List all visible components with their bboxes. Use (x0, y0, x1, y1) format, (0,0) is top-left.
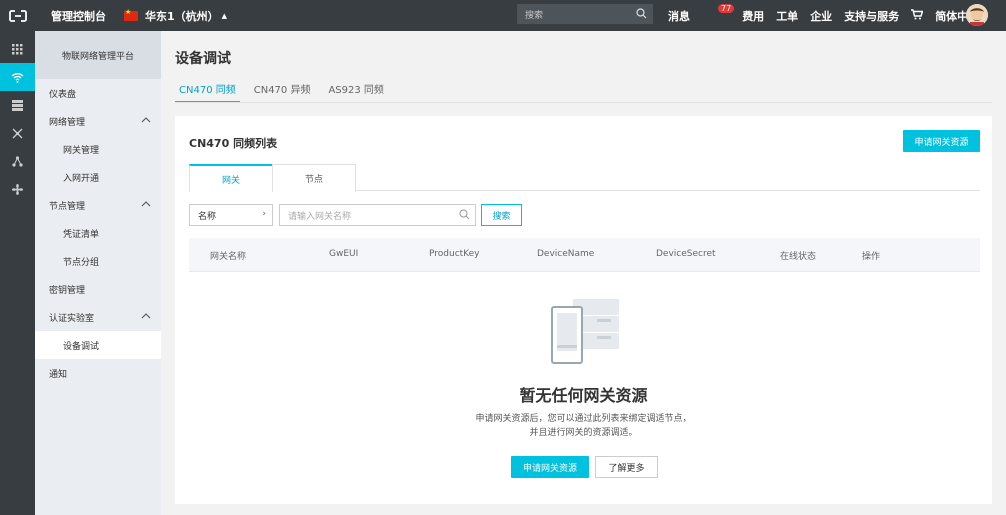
empty-desc-line-1: 申请网关资源后，您可以通过此列表来绑定调适节点， (475, 414, 692, 424)
sidebar-item-label: 密钥管理 (49, 285, 86, 296)
chevron-right-icon: › (262, 209, 266, 219)
messages-label: 消息 (668, 9, 690, 23)
search-button[interactable]: 搜索 (481, 204, 522, 226)
sidebar-item-node-groups[interactable]: 节点分组 (35, 247, 161, 275)
caret-up-icon: ▲ (221, 11, 228, 20)
subtabs: 网关 节点 (189, 164, 980, 192)
grid-menu-icon[interactable] (0, 35, 35, 63)
sidebar-item-network-management[interactable]: 网络管理 (35, 107, 161, 135)
sidebar-item-label: 入网开通 (63, 173, 100, 184)
search-input-placeholder: 请输入网关名称 (288, 211, 352, 222)
sidebar-title: 物联网络管理平台 (35, 31, 161, 79)
page-title: 设备调试 (175, 51, 231, 67)
tab-cn470-same-frequency[interactable]: CN470 同频 (175, 81, 240, 103)
fees-link[interactable]: 费用 (742, 8, 764, 24)
frequency-tabs: CN470 同频 CN470 异频 AS923 同频 (175, 81, 398, 103)
sidebar-item-dashboard[interactable]: 仪表盘 (35, 79, 161, 107)
column-header-gateway-name: 网关名称 (210, 252, 247, 262)
column-header-online-status: 在线状态 (780, 252, 817, 262)
sidebar-item-label: 认证实验室 (49, 313, 95, 324)
sidebar-item-node-management[interactable]: 节点管理 (35, 191, 161, 219)
aliyun-logo-icon[interactable] (0, 0, 35, 31)
iot-network-icon[interactable] (0, 63, 35, 91)
server-icon[interactable] (0, 91, 35, 119)
global-search-input[interactable]: 搜索 (517, 4, 653, 24)
chevron-up-icon (141, 116, 151, 126)
top-navbar: 管理控制台 华东1（杭州） ▲ 搜索 消息77 费用 工单 企业 支持与服务 简… (0, 0, 1006, 31)
column-header-gweui: GwEUI (329, 249, 359, 259)
sidebar-item-label: 仪表盘 (49, 89, 77, 100)
gateway-list-card: CN470 同频列表 申请网关资源 网关 节点 名称 › 请输入网关名称 搜索 … (175, 116, 992, 504)
sidebar-item-label: 设备调试 (63, 341, 100, 352)
column-header-devicename: DeviceName (537, 249, 595, 259)
sidebar-item-key-management[interactable]: 密钥管理 (35, 275, 161, 303)
sidebar-item-label: 节点分组 (63, 257, 100, 268)
console-link[interactable]: 管理控制台 (51, 8, 106, 24)
sidebar-item-network-access[interactable]: 入网开通 (35, 163, 161, 191)
messages-link[interactable]: 消息 77 (668, 3, 735, 24)
empty-desc-line-2: 并且进行网关的资源调适。 (529, 428, 638, 438)
card-title: CN470 同频列表 (189, 137, 278, 150)
product-icon-bar (0, 31, 35, 515)
chevron-up-icon (141, 312, 151, 322)
settings-flower-icon[interactable] (0, 175, 35, 203)
sidebar-item-label: 网络管理 (49, 117, 86, 128)
nodes-cross-icon[interactable] (0, 119, 35, 147)
subtab-node[interactable]: 节点 (272, 164, 356, 192)
empty-state-illustration (551, 299, 619, 365)
topology-icon[interactable] (0, 147, 35, 175)
sidebar-item-label: 网关管理 (63, 145, 100, 156)
tickets-link[interactable]: 工单 (776, 8, 798, 24)
sidebar-item-label: 凭证清单 (63, 229, 100, 240)
column-header-actions: 操作 (862, 252, 881, 262)
region-label: 华东1（杭州） (145, 9, 219, 23)
empty-state-description: 申请网关资源后，您可以通过此列表来绑定调适节点， 并且进行网关的资源调适。 (175, 412, 992, 440)
cart-icon[interactable] (911, 8, 924, 23)
region-selector[interactable]: 华东1（杭州） ▲ (124, 8, 227, 24)
chevron-up-icon (141, 200, 151, 210)
sidebar-item-label: 通知 (49, 369, 68, 380)
filter-field-select[interactable]: 名称 › (189, 204, 273, 226)
sidebar-item-credential-list[interactable]: 凭证清单 (35, 219, 161, 247)
sidebar: 物联网络管理平台 仪表盘 网络管理 网关管理 入网开通 节点管理 凭证清单 节点… (35, 31, 161, 515)
support-link[interactable]: 支持与服务 (844, 8, 899, 24)
learn-more-button[interactable]: 了解更多 (595, 456, 658, 478)
sidebar-item-gateway-management[interactable]: 网关管理 (35, 135, 161, 163)
empty-state-title: 暂无任何网关资源 (519, 386, 648, 405)
gateway-name-search-input[interactable]: 请输入网关名称 (279, 204, 476, 226)
messages-badge: 77 (718, 3, 735, 13)
main-content: 设备调试 CN470 同频 CN470 异频 AS923 同频 CN470 同频… (161, 31, 1006, 515)
search-icon (459, 209, 470, 223)
table-header: 网关名称 GwEUI ProductKey DeviceName DeviceS… (189, 238, 980, 272)
apply-gateway-resource-button[interactable]: 申请网关资源 (903, 130, 980, 152)
tab-as923-same-frequency[interactable]: AS923 同频 (324, 81, 387, 103)
search-placeholder: 搜索 (525, 10, 544, 21)
column-header-productkey: ProductKey (429, 249, 480, 259)
sidebar-item-notifications[interactable]: 通知 (35, 359, 161, 387)
tabs-divider (175, 102, 992, 103)
sidebar-item-certification-lab[interactable]: 认证实验室 (35, 303, 161, 331)
empty-apply-gateway-button[interactable]: 申请网关资源 (511, 456, 589, 478)
user-avatar[interactable] (966, 4, 988, 26)
sidebar-item-device-debugging[interactable]: 设备调试 (35, 331, 161, 359)
sidebar-item-label: 节点管理 (49, 201, 86, 212)
column-header-devicesecret: DeviceSecret (656, 249, 716, 259)
tab-cn470-different-frequency[interactable]: CN470 异频 (250, 81, 315, 103)
filter-select-value: 名称 (198, 211, 217, 222)
china-flag-icon (124, 8, 138, 21)
search-icon[interactable] (636, 8, 647, 22)
subtab-gateway[interactable]: 网关 (189, 164, 273, 192)
enterprise-link[interactable]: 企业 (810, 8, 832, 24)
